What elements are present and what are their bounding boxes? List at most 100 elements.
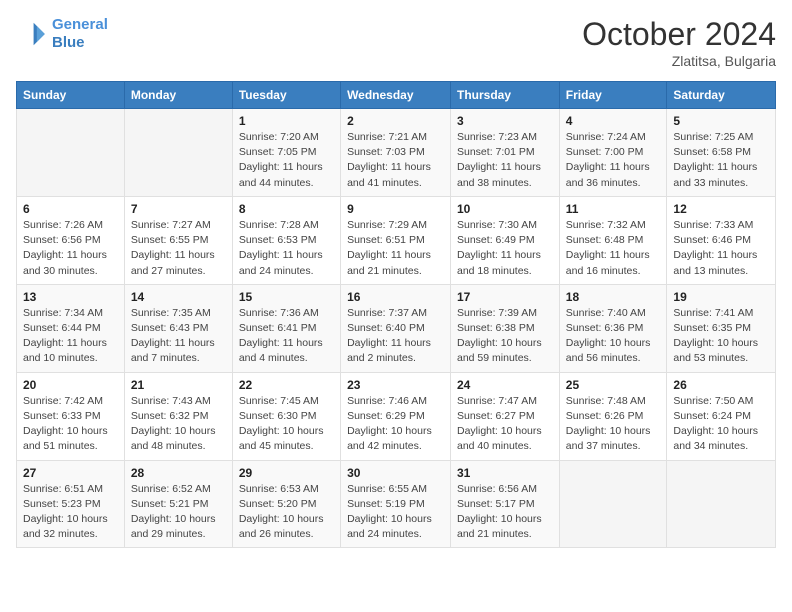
day-number: 10 xyxy=(457,202,553,216)
weekday-header-tuesday: Tuesday xyxy=(232,82,340,109)
day-number: 23 xyxy=(347,378,444,392)
day-cell: 17Sunrise: 7:39 AMSunset: 6:38 PMDayligh… xyxy=(451,284,560,372)
day-cell: 12 Sunrise: 7:33 AMSunset: 6:46 PMDayligh… xyxy=(667,196,776,284)
day-cell: 19 Sunrise: 7:41 AMSunset: 6:35 PMDayligh… xyxy=(667,284,776,372)
weekday-header-thursday: Thursday xyxy=(451,82,560,109)
day-number: 13 xyxy=(23,290,118,304)
week-row-1: 1 Sunrise: 7:20 AMSunset: 7:05 PMDaylight… xyxy=(17,109,776,197)
day-info: Sunrise: 6:51 AMSunset: 5:23 PMDaylight:… xyxy=(23,482,118,543)
day-number: 30 xyxy=(347,466,444,480)
day-cell: 6 Sunrise: 7:26 AMSunset: 6:56 PMDaylight… xyxy=(17,196,125,284)
week-row-5: 27 Sunrise: 6:51 AMSunset: 5:23 PMDayligh… xyxy=(17,460,776,548)
day-info: Sunrise: 7:21 AMSunset: 7:03 PMDaylight:… xyxy=(347,130,444,191)
day-info: Sunrise: 7:37 AMSunset: 6:40 PMDaylight:… xyxy=(347,306,444,367)
day-cell: 25 Sunrise: 7:48 AMSunset: 6:26 PMDayligh… xyxy=(559,372,667,460)
day-number: 19 xyxy=(673,290,769,304)
day-number: 3 xyxy=(457,114,553,128)
day-cell xyxy=(667,460,776,548)
logo-line2: Blue xyxy=(52,34,85,51)
day-info: Sunrise: 7:41 AMSunset: 6:35 PMDaylight:… xyxy=(673,306,769,367)
calendar-table: SundayMondayTuesdayWednesdayThursdayFrid… xyxy=(16,81,776,548)
day-info: Sunrise: 7:33 AMSunset: 6:46 PMDaylight:… xyxy=(673,218,769,279)
week-row-2: 6 Sunrise: 7:26 AMSunset: 6:56 PMDaylight… xyxy=(17,196,776,284)
weekday-header-monday: Monday xyxy=(124,82,232,109)
day-info: Sunrise: 7:42 AMSunset: 6:33 PMDaylight:… xyxy=(23,394,118,455)
day-cell: 8 Sunrise: 7:28 AMSunset: 6:53 PMDaylight… xyxy=(232,196,340,284)
day-info: Sunrise: 7:24 AMSunset: 7:00 PMDaylight:… xyxy=(566,130,661,191)
day-number: 29 xyxy=(239,466,334,480)
day-cell: 30 Sunrise: 6:55 AMSunset: 5:19 PMDayligh… xyxy=(341,460,451,548)
day-number: 31 xyxy=(457,466,553,480)
day-cell: 15Sunrise: 7:36 AMSunset: 6:41 PMDayligh… xyxy=(232,284,340,372)
day-number: 20 xyxy=(23,378,118,392)
day-number: 25 xyxy=(566,378,661,392)
day-cell: 23 Sunrise: 7:46 AMSunset: 6:29 PMDayligh… xyxy=(341,372,451,460)
day-info: Sunrise: 7:46 AMSunset: 6:29 PMDaylight:… xyxy=(347,394,444,455)
day-number: 28 xyxy=(131,466,226,480)
day-number: 12 xyxy=(673,202,769,216)
day-cell: 29 Sunrise: 6:53 AMSunset: 5:20 PMDayligh… xyxy=(232,460,340,548)
day-cell: 21 Sunrise: 7:43 AMSunset: 6:32 PMDayligh… xyxy=(124,372,232,460)
day-info: Sunrise: 7:43 AMSunset: 6:32 PMDaylight:… xyxy=(131,394,226,455)
day-info: Sunrise: 6:53 AMSunset: 5:20 PMDaylight:… xyxy=(239,482,334,543)
day-number: 1 xyxy=(239,114,334,128)
month-title: October 2024 xyxy=(582,16,776,53)
day-info: Sunrise: 6:55 AMSunset: 5:19 PMDaylight:… xyxy=(347,482,444,543)
day-number: 27 xyxy=(23,466,118,480)
day-cell: 18 Sunrise: 7:40 AMSunset: 6:36 PMDayligh… xyxy=(559,284,667,372)
day-number: 22 xyxy=(239,378,334,392)
day-number: 24 xyxy=(457,378,553,392)
day-number: 16 xyxy=(347,290,444,304)
day-number: 14 xyxy=(131,290,226,304)
day-info: Sunrise: 7:25 AMSunset: 6:58 PMDaylight:… xyxy=(673,130,769,191)
day-info: Sunrise: 7:50 AMSunset: 6:24 PMDaylight:… xyxy=(673,394,769,455)
day-cell: 1 Sunrise: 7:20 AMSunset: 7:05 PMDaylight… xyxy=(232,109,340,197)
day-info: Sunrise: 7:34 AMSunset: 6:44 PMDaylight:… xyxy=(23,306,118,367)
day-number: 17 xyxy=(457,290,553,304)
weekday-header-wednesday: Wednesday xyxy=(341,82,451,109)
day-cell: 24 Sunrise: 7:47 AMSunset: 6:27 PMDayligh… xyxy=(451,372,560,460)
day-number: 18 xyxy=(566,290,661,304)
logo: General Blue xyxy=(16,16,108,52)
day-number: 21 xyxy=(131,378,226,392)
day-cell xyxy=(17,109,125,197)
logo-icon xyxy=(16,18,48,50)
day-number: 6 xyxy=(23,202,118,216)
day-cell: 14 Sunrise: 7:35 AMSunset: 6:43 PMDayligh… xyxy=(124,284,232,372)
day-info: Sunrise: 7:20 AMSunset: 7:05 PMDaylight:… xyxy=(239,130,334,191)
day-cell: 31 Sunrise: 6:56 AMSunset: 5:17 PMDayligh… xyxy=(451,460,560,548)
day-number: 9 xyxy=(347,202,444,216)
weekday-header-friday: Friday xyxy=(559,82,667,109)
day-info: Sunrise: 7:35 AMSunset: 6:43 PMDaylight:… xyxy=(131,306,226,367)
weekday-header-saturday: Saturday xyxy=(667,82,776,109)
day-number: 11 xyxy=(566,202,661,216)
day-info: Sunrise: 7:40 AMSunset: 6:36 PMDaylight:… xyxy=(566,306,661,367)
day-info: Sunrise: 7:48 AMSunset: 6:26 PMDaylight:… xyxy=(566,394,661,455)
day-number: 5 xyxy=(673,114,769,128)
day-number: 7 xyxy=(131,202,226,216)
day-info: Sunrise: 7:26 AMSunset: 6:56 PMDaylight:… xyxy=(23,218,118,279)
day-cell xyxy=(559,460,667,548)
day-cell: 9 Sunrise: 7:29 AMSunset: 6:51 PMDaylight… xyxy=(341,196,451,284)
day-cell: 13 Sunrise: 7:34 AMSunset: 6:44 PMDayligh… xyxy=(17,284,125,372)
day-number: 26 xyxy=(673,378,769,392)
day-cell: 2 Sunrise: 7:21 AMSunset: 7:03 PMDaylight… xyxy=(341,109,451,197)
day-number: 4 xyxy=(566,114,661,128)
day-number: 2 xyxy=(347,114,444,128)
day-cell: 27 Sunrise: 6:51 AMSunset: 5:23 PMDayligh… xyxy=(17,460,125,548)
day-cell: 4 Sunrise: 7:24 AMSunset: 7:00 PMDaylight… xyxy=(559,109,667,197)
day-info: Sunrise: 7:30 AMSunset: 6:49 PMDaylight:… xyxy=(457,218,553,279)
day-cell: 26 Sunrise: 7:50 AMSunset: 6:24 PMDayligh… xyxy=(667,372,776,460)
day-info: Sunrise: 7:47 AMSunset: 6:27 PMDaylight:… xyxy=(457,394,553,455)
day-cell: 20 Sunrise: 7:42 AMSunset: 6:33 PMDayligh… xyxy=(17,372,125,460)
weekday-header-sunday: Sunday xyxy=(17,82,125,109)
day-info: Sunrise: 7:29 AMSunset: 6:51 PMDaylight:… xyxy=(347,218,444,279)
day-info: Sunrise: 7:28 AMSunset: 6:53 PMDaylight:… xyxy=(239,218,334,279)
day-cell: 16 Sunrise: 7:37 AMSunset: 6:40 PMDayligh… xyxy=(341,284,451,372)
day-info: Sunrise: 6:56 AMSunset: 5:17 PMDaylight:… xyxy=(457,482,553,543)
day-info: Sunrise: 6:52 AMSunset: 5:21 PMDaylight:… xyxy=(131,482,226,543)
day-cell: 22Sunrise: 7:45 AMSunset: 6:30 PMDayligh… xyxy=(232,372,340,460)
week-row-4: 20 Sunrise: 7:42 AMSunset: 6:33 PMDayligh… xyxy=(17,372,776,460)
weekday-header-row: SundayMondayTuesdayWednesdayThursdayFrid… xyxy=(17,82,776,109)
day-number: 8 xyxy=(239,202,334,216)
